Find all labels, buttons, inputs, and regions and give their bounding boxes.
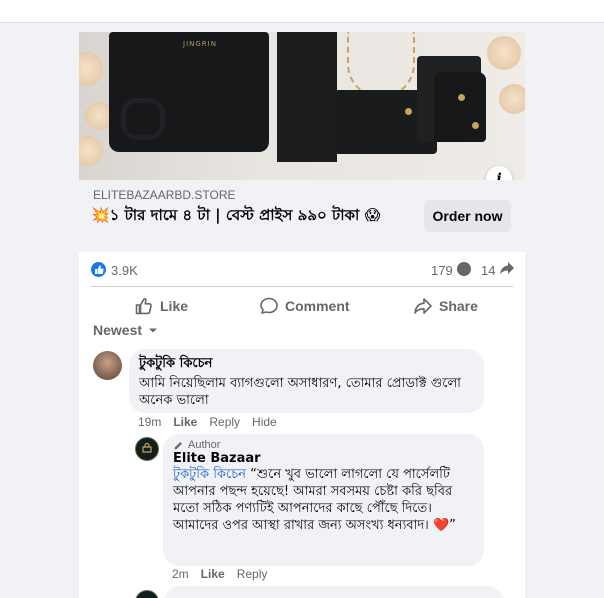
bag-shape <box>277 32 337 162</box>
reply-closing-quote: ” <box>449 518 456 533</box>
bag-clasp <box>472 122 479 129</box>
heart-icon: ❤️ <box>432 518 450 533</box>
decor-flower <box>487 36 521 70</box>
bag-logo-text: JINGRIN <box>183 40 217 48</box>
reply-like-link[interactable]: Like <box>201 567 225 581</box>
comment-like-link[interactable]: Like <box>173 415 197 429</box>
product-image[interactable]: JINGRIN <box>79 32 525 180</box>
mention-link[interactable]: টুকটুকি কিচেন <box>173 467 246 482</box>
reply-author[interactable]: Elite Bazaar <box>173 451 473 466</box>
post-actions-bar: Like Comment Share <box>79 286 525 326</box>
comment-count-icon <box>457 262 471 276</box>
reply-bubble: Author Elite Bazaar টুকটুকি কিচেন “শুনে … <box>163 434 484 566</box>
sort-label: Newest <box>93 322 143 338</box>
reply-reply-link[interactable]: Reply <box>237 567 268 581</box>
decor-flower <box>79 52 103 86</box>
reply-time[interactable]: 2m <box>172 567 189 581</box>
chevron-down-icon <box>149 328 158 333</box>
avatar[interactable] <box>93 351 122 380</box>
reply-meta: 2m Like Reply <box>172 567 267 581</box>
decor-flower <box>79 136 103 166</box>
comment-count[interactable]: 179 <box>431 263 453 278</box>
pencil-icon <box>174 441 182 449</box>
like-reaction-icon[interactable] <box>91 262 106 277</box>
ad-cta-bar[interactable]: ELITEBAZAARBD.STORE 💥১ টার দামে ৪ টা | ব… <box>79 180 525 252</box>
share-button-label: Share <box>439 298 478 314</box>
ad-domain: ELITEBAZAARBD.STORE <box>93 188 236 202</box>
share-button[interactable]: Share <box>413 286 478 326</box>
ad-headline: 💥১ টার দামে ৪ টা | বেস্ট প্রাইস ৯৯০ টাকা… <box>91 206 381 224</box>
comment-author[interactable]: টুকটুকি কিচেন <box>139 354 479 375</box>
bag-clasp <box>405 108 412 115</box>
ad-post-card: JINGRIN i ELITEBAZAARBD.STORE 💥১ টার দাম… <box>79 32 525 598</box>
share-count-icon <box>500 262 514 275</box>
like-button-label: Like <box>160 298 189 314</box>
comment-hide-link[interactable]: Hide <box>252 415 277 429</box>
top-bar <box>0 0 604 23</box>
decor-flower <box>499 84 525 114</box>
comment-sort-dropdown[interactable]: Newest <box>93 322 158 338</box>
bag-shape <box>434 72 486 142</box>
comment-reply-link[interactable]: Reply <box>209 415 240 429</box>
like-count[interactable]: 3.9K <box>111 263 138 278</box>
share-icon <box>414 298 432 314</box>
thumbs-up-icon <box>95 265 104 274</box>
bag-handle <box>121 98 165 140</box>
comment-icon <box>260 297 278 314</box>
bag-shape: JINGRIN <box>109 32 269 152</box>
author-badge: Author <box>173 439 473 451</box>
share-count[interactable]: 14 <box>481 263 495 278</box>
brand-logo-icon <box>142 442 152 453</box>
order-now-button[interactable]: Order now <box>424 200 511 232</box>
reply-input-box[interactable] <box>163 586 505 598</box>
post-stats: 3.9K 179 14 <box>79 252 525 284</box>
thumbs-up-icon <box>135 298 152 315</box>
bag-chain <box>347 32 415 98</box>
comment-button-label: Comment <box>285 298 350 314</box>
comment-text: আমি নিয়েছিলাম ব্যাগগুলো অসাধারণ, তোমার … <box>139 376 461 408</box>
page-avatar[interactable] <box>135 437 159 461</box>
reply-text-block: টুকটুকি কিচেন “শুনে খুব ভালো লাগলো যে পা… <box>173 466 473 534</box>
comment-meta: 19m Like Reply Hide <box>138 415 277 429</box>
comment-button[interactable]: Comment <box>259 286 350 326</box>
like-button[interactable]: Like <box>134 286 188 326</box>
comment-time[interactable]: 19m <box>138 415 161 429</box>
page-avatar[interactable] <box>135 590 159 598</box>
author-badge-label: Author <box>188 439 221 451</box>
comment-bubble: টুকটুকি কিচেন আমি নিয়েছিলাম ব্যাগগুলো অ… <box>129 349 484 413</box>
bag-clasp <box>458 94 465 101</box>
